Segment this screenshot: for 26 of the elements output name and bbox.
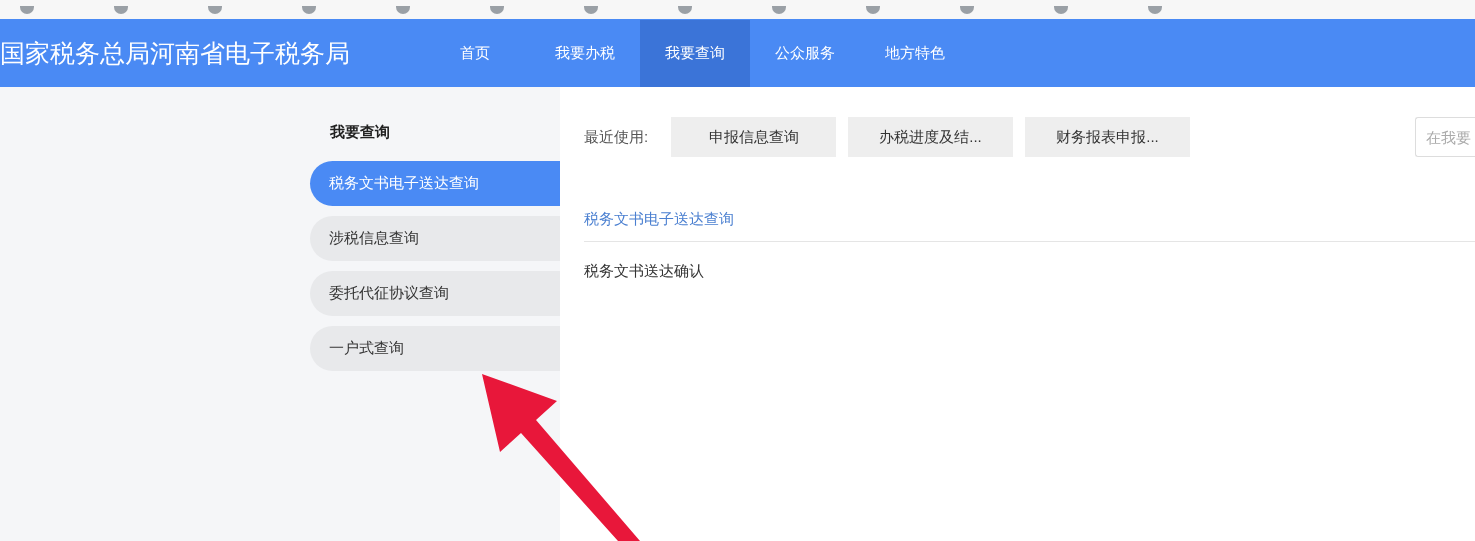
bookmark-icon[interactable] — [960, 5, 974, 14]
bookmark-icon[interactable] — [302, 5, 316, 14]
bookmark-icon[interactable] — [772, 5, 786, 14]
bookmark-icon[interactable] — [1054, 5, 1068, 14]
bookmark-icon[interactable] — [678, 5, 692, 14]
bookmark-icon[interactable] — [396, 5, 410, 14]
recent-label: 最近使用: — [584, 126, 650, 147]
bookmark-icon[interactable] — [20, 5, 34, 14]
bookmark-icon[interactable] — [114, 5, 128, 14]
recent-button[interactable]: 财务报表申报... — [1025, 117, 1190, 157]
bookmark-icon[interactable] — [584, 5, 598, 14]
sidebar-title: 我要查询 — [329, 122, 391, 142]
section-link[interactable]: 税务文书电子送达查询 — [584, 210, 734, 227]
bookmark-icon[interactable] — [866, 5, 880, 14]
recent-button[interactable]: 办税进度及结... — [848, 117, 1013, 157]
sidebar-item[interactable]: 委托代征协议查询 — [310, 271, 560, 316]
nav-tab[interactable]: 我要查询 — [640, 20, 750, 87]
sidebar-item[interactable]: 一户式查询 — [310, 326, 560, 371]
bookmark-icon[interactable] — [490, 5, 504, 14]
bookmark-icon[interactable] — [208, 5, 222, 14]
recent-button[interactable]: 申报信息查询 — [671, 117, 836, 157]
list-item[interactable]: 税务文书送达确认 — [584, 260, 1475, 283]
sidebar-item[interactable]: 涉税信息查询 — [310, 216, 560, 261]
bookmark-icon[interactable] — [1148, 5, 1162, 14]
site-title: 国家税务总局河南省电子税务局 — [0, 37, 351, 69]
search-field[interactable]: 在我要 — [1415, 117, 1475, 157]
